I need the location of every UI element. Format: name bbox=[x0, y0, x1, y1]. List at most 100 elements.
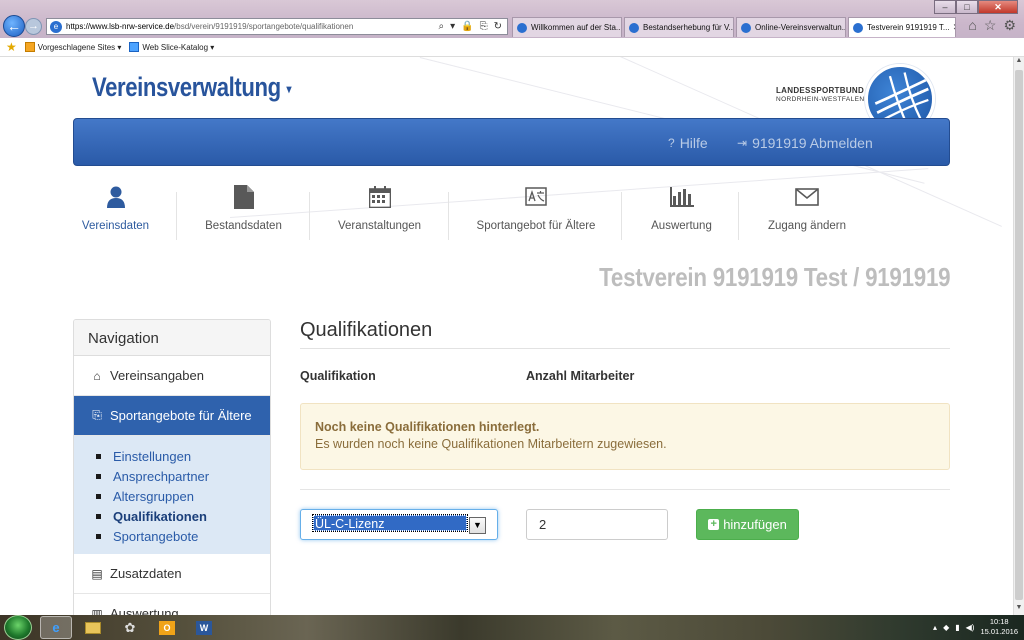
favorite-web-slice[interactable]: Web Slice-Katalog ▾ bbox=[129, 42, 214, 52]
address-actions: ⌕ ▾ 🔒 ⎘ ↻ bbox=[439, 21, 507, 32]
favorites-star-icon[interactable]: ☆ bbox=[984, 17, 997, 34]
site-favicon-icon: e bbox=[50, 20, 62, 33]
subitem-label: Sportangebote bbox=[113, 528, 199, 544]
back-arrow-icon[interactable]: ← bbox=[3, 15, 25, 37]
federation-name: LANDESSPORTBUND bbox=[776, 86, 865, 95]
federation-wordmark: LANDESSPORTBUND NORDRHEIN-WESTFALEN bbox=[776, 86, 865, 103]
bar-chart-icon: ▥ bbox=[91, 606, 103, 616]
translate-icon: ⎘ bbox=[92, 408, 102, 422]
compat-icon[interactable]: ⎘ bbox=[480, 21, 488, 32]
app-brand[interactable]: Vereinsverwaltung ▾ bbox=[92, 72, 291, 103]
scroll-up-arrow-icon[interactable]: ▲ bbox=[1014, 57, 1024, 68]
sidebar-item-label: Zusatzdaten bbox=[110, 566, 182, 581]
address-url[interactable]: https://www.lsb-nrw-service.de/bsd/verei… bbox=[66, 22, 439, 31]
bullet bbox=[96, 493, 101, 499]
taskbar-word[interactable]: W bbox=[188, 616, 220, 639]
volume-icon[interactable]: ◀) bbox=[966, 623, 975, 632]
browser-tab[interactable]: Bestandserhebung für V... bbox=[624, 17, 734, 37]
sidebar-subitem-altersgruppen[interactable]: Altersgruppen bbox=[96, 486, 270, 506]
url-host: https://www.lsb-nrw-service.de bbox=[66, 22, 175, 31]
mainnav-sportangebot-aeltere[interactable]: Sportangebot für Ältere bbox=[462, 177, 610, 243]
tab-label: Testverein 9191919 T... bbox=[867, 23, 950, 32]
favorites-star-icon[interactable]: ★ bbox=[6, 40, 17, 54]
network-icon[interactable]: ▮ bbox=[955, 623, 959, 632]
logout-label: 9191919 Abmelden bbox=[752, 135, 873, 151]
alert-message: Es wurden noch keine Qualifikationen Mit… bbox=[315, 437, 667, 451]
dropdown-icon[interactable]: ▾ bbox=[450, 21, 455, 32]
main-content: Qualifikationen Qualifikation Anzahl Mit… bbox=[300, 319, 950, 549]
sidebar-subitem-sportangebote[interactable]: Sportangebote bbox=[96, 526, 270, 546]
mainnav-auswertung[interactable]: Auswertung bbox=[634, 177, 729, 243]
favorites-bar: ★ Vorgeschlagene Sites ▾ Web Slice-Katal… bbox=[0, 38, 1024, 57]
taskbar-explorer[interactable] bbox=[77, 616, 109, 639]
sidebar-item-auswertung[interactable]: ▥ Auswertung bbox=[74, 594, 270, 615]
forward-arrow-icon[interactable]: → bbox=[25, 18, 42, 35]
browser-tab[interactable]: Willkommen auf der Sta... bbox=[512, 17, 622, 37]
qualification-select[interactable]: ÜL-C-Lizenz ▼ bbox=[300, 509, 498, 540]
home-icon[interactable]: ⌂ bbox=[968, 17, 976, 34]
sidebar-subitem-ansprechpartner[interactable]: Ansprechpartner bbox=[96, 466, 270, 486]
mainnav-veranstaltungen[interactable]: Veranstaltungen bbox=[317, 177, 442, 243]
clock-time: 10:18 bbox=[989, 617, 1009, 626]
page-scrollbar[interactable]: ▲ ▼ bbox=[1013, 57, 1024, 615]
start-button[interactable] bbox=[4, 615, 32, 640]
mainnav-label: Bestandsdaten bbox=[205, 220, 282, 232]
tab-label: Online-Vereinsverwaltun... bbox=[755, 23, 846, 32]
divider bbox=[300, 489, 950, 490]
add-qualification-form: ÜL-C-Lizenz ▼ 2 + hinzufügen bbox=[300, 509, 950, 549]
chevron-down-icon[interactable]: ▼ bbox=[469, 517, 486, 534]
help-link[interactable]: ? Hilfe bbox=[668, 135, 708, 151]
taskbar-app[interactable]: ✿ bbox=[114, 616, 146, 639]
sidebar-item-sportangebote[interactable]: ⎘ Sportangebote für Ältere bbox=[74, 396, 270, 436]
mainnav-label: Auswertung bbox=[651, 220, 712, 232]
tab-close-icon[interactable]: ✕ bbox=[950, 22, 955, 33]
sidebar-item-vereinsangaben[interactable]: ⌂ Vereinsangaben bbox=[74, 356, 270, 396]
minimize-button[interactable]: – bbox=[934, 0, 956, 14]
sidebar-navigation: Navigation ⌂ Vereinsangaben ⎘ Sportangeb… bbox=[73, 319, 271, 615]
internet-explorer-icon: e bbox=[52, 620, 60, 635]
address-bar[interactable]: e https://www.lsb-nrw-service.de/bsd/ver… bbox=[46, 18, 508, 35]
system-clock[interactable]: 10:18 15.01.2016 bbox=[980, 617, 1018, 637]
nav-divider bbox=[176, 192, 177, 240]
help-label: Hilfe bbox=[679, 135, 708, 151]
security-icon[interactable]: ◆ bbox=[943, 623, 949, 632]
employee-count-input[interactable]: 2 bbox=[526, 509, 668, 540]
refresh-icon[interactable]: ↻ bbox=[494, 21, 502, 32]
qualification-select-value: ÜL-C-Lizenz bbox=[312, 514, 468, 532]
browser-tab-active[interactable]: Testverein 9191919 T...✕ bbox=[848, 17, 956, 37]
tab-label: Bestandserhebung für V... bbox=[643, 23, 734, 32]
maximize-button[interactable]: □ bbox=[956, 0, 978, 14]
mainnav-vereinsdaten[interactable]: Vereinsdaten bbox=[72, 177, 159, 243]
tab-favicon-icon bbox=[517, 22, 527, 33]
scroll-thumb[interactable] bbox=[1015, 70, 1023, 600]
sidebar-item-zusatzdaten[interactable]: ▤ Zusatzdaten bbox=[74, 554, 270, 594]
nav-divider bbox=[309, 192, 310, 240]
mainnav-bestandsdaten[interactable]: Bestandsdaten bbox=[186, 177, 301, 243]
lock-icon[interactable]: 🔒 bbox=[461, 21, 473, 32]
system-tray: ▴ ◆ ▮ ◀) 10:18 15.01.2016 bbox=[933, 617, 1018, 637]
browser-tab[interactable]: Online-Vereinsverwaltun... bbox=[736, 17, 846, 37]
sidebar-subitem-qualifikationen[interactable]: Qualifikationen bbox=[96, 506, 270, 526]
add-button[interactable]: + hinzufügen bbox=[696, 509, 799, 540]
bullet bbox=[96, 533, 101, 539]
tab-label: Willkommen auf der Sta... bbox=[531, 23, 622, 32]
tab-favicon-icon bbox=[629, 22, 639, 33]
envelope-icon bbox=[752, 182, 862, 212]
subitem-label: Ansprechpartner bbox=[113, 468, 210, 484]
close-window-button[interactable]: ✕ bbox=[978, 0, 1018, 14]
show-hidden-icons-icon[interactable]: ▴ bbox=[933, 623, 937, 632]
mainnav-zugang-aendern[interactable]: Zugang ändern bbox=[752, 177, 862, 243]
taskbar-internet-explorer[interactable]: e bbox=[40, 616, 72, 639]
favorite-label: Vorgeschlagene Sites ▾ bbox=[37, 42, 122, 52]
scroll-down-arrow-icon[interactable]: ▼ bbox=[1014, 604, 1024, 615]
tab-favicon-icon bbox=[853, 22, 863, 33]
logout-link[interactable]: ⇥ 9191919 Abmelden bbox=[737, 135, 873, 151]
sidebar-subitem-einstellungen[interactable]: Einstellungen bbox=[96, 446, 270, 466]
taskbar-outlook[interactable]: O bbox=[151, 616, 183, 639]
gear-icon[interactable]: ⚙ bbox=[1003, 17, 1016, 34]
brand-title: Vereinsverwaltung bbox=[92, 72, 281, 102]
favorite-suggested-sites[interactable]: Vorgeschlagene Sites ▾ bbox=[24, 42, 122, 52]
search-icon[interactable]: ⌕ bbox=[439, 21, 445, 32]
bullet bbox=[96, 453, 101, 459]
sign-out-icon: ⇥ bbox=[737, 136, 748, 150]
